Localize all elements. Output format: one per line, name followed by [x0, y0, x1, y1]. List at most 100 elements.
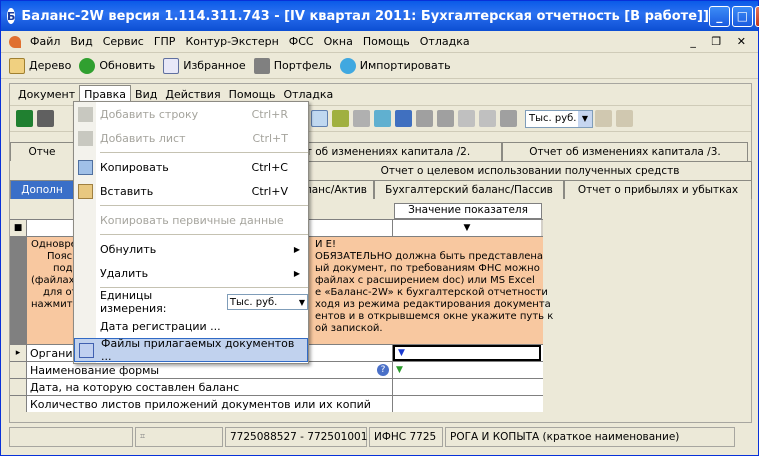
tree-button[interactable]: Дерево [9, 57, 72, 74]
row-pointer-icon: ▸ [10, 345, 27, 361]
help-icon[interactable]: ? [377, 364, 389, 376]
grid-tool-8-icon[interactable] [437, 110, 454, 127]
menu-units[interactable]: Единицы измерения: Тыс. руб. ▼ [74, 289, 308, 315]
units-select[interactable]: Тыс. руб. ▼ [226, 294, 308, 310]
tab-balance-assets[interactable]: ланс/Актив [298, 180, 374, 199]
menu-delete[interactable]: Удалить ▶ [74, 261, 308, 285]
portfolio-icon [253, 57, 270, 74]
print-icon[interactable] [37, 110, 54, 127]
menu-copy-primary[interactable]: Копировать первичные данные [74, 208, 308, 232]
value-column-header: Значение показателя [394, 203, 542, 219]
grid-tool-4-icon[interactable] [353, 110, 370, 127]
close-button[interactable]: ✕ [754, 5, 759, 27]
menu-service[interactable]: Сервис [98, 35, 149, 48]
menu-fss[interactable]: ФСС [284, 35, 319, 48]
doc-menu-document[interactable]: Документ [14, 86, 79, 103]
grid-tool-11-icon[interactable] [500, 110, 517, 127]
tool-b-icon[interactable] [616, 110, 633, 127]
dropdown-marker-icon: ▼ [396, 365, 403, 375]
unit-select-value: Тыс. руб. [529, 113, 577, 124]
tree-label: Дерево [29, 59, 72, 72]
minimize-button[interactable]: _ [708, 5, 730, 27]
portfolio-button[interactable]: Портфель [253, 57, 332, 74]
row-name: Количество листов приложений документов … [27, 396, 393, 412]
menu-debug[interactable]: Отладка [415, 35, 475, 48]
grid-tool-9-icon[interactable] [458, 110, 475, 127]
window-title: Баланс-2W версия 1.114.311.743 - [IV ква… [21, 8, 709, 24]
row-name: Дата, на которую составлен баланс [27, 379, 393, 395]
portfolio-label: Портфель [273, 59, 332, 72]
row-value-input[interactable]: ▼ [393, 345, 541, 361]
unit-select[interactable]: Тыс. руб. ▼ [525, 109, 593, 128]
tree-icon [9, 57, 25, 74]
grid-tool-10-icon[interactable] [479, 110, 496, 127]
app-logo-icon: Б [7, 8, 16, 24]
tab-profit-loss[interactable]: Отчет о прибылях и убытках [564, 180, 752, 199]
status-inn-kpp: 7725088527 - 772501001 [225, 427, 367, 447]
grid-tool-5-icon[interactable] [374, 110, 391, 127]
mdi-controls[interactable]: _ ❐ ✕ [690, 35, 752, 48]
submenu-arrow-icon: ▶ [293, 268, 300, 278]
main-toolbar: Дерево Обновить Избранное Портфель Импор… [1, 53, 758, 79]
row-name: Наименование формы ? [27, 362, 393, 378]
table-row[interactable]: Количество листов приложений документов … [10, 395, 543, 412]
favorites-label: Избранное [183, 59, 246, 72]
import-label: Импортировать [359, 59, 451, 72]
cursor-indicator-icon: ⌗ [140, 432, 146, 442]
chevron-down-icon: ▼ [298, 297, 305, 307]
favorites-button[interactable]: Избранное [163, 57, 246, 74]
menu-gpr[interactable]: ГПР [149, 35, 181, 48]
tab-report-1[interactable]: Отче [10, 142, 74, 161]
menu-kontur[interactable]: Контур-Экстерн [180, 35, 283, 48]
caret-down-icon: ▼ [393, 220, 541, 236]
tool-a-icon[interactable] [595, 110, 612, 127]
collapse-toggle[interactable]: ■ [10, 220, 27, 236]
add-sheet-icon [78, 130, 93, 146]
status-org: РОГА И КОПЫТА (краткое наименование) [445, 427, 735, 447]
grid-tool-6-icon[interactable] [395, 110, 412, 127]
refresh-icon [79, 57, 96, 74]
tab-target-use[interactable]: Отчет о целевом использовании полученных… [308, 161, 752, 180]
title-bar[interactable]: Б Баланс-2W версия 1.114.311.743 - [IV к… [1, 1, 759, 31]
row-value-input[interactable] [393, 396, 541, 412]
import-icon [339, 57, 356, 74]
menu-windows[interactable]: Окна [319, 35, 358, 48]
dropdown-marker-icon: ▼ [398, 348, 405, 358]
grid-tool-3-icon[interactable] [332, 110, 349, 127]
tab-balance-liabilities[interactable]: Бухгалтерский баланс/Пассив [374, 180, 564, 199]
favorites-icon [163, 57, 180, 74]
menu-paste[interactable]: Вставить Ctrl+V [74, 179, 308, 203]
import-button[interactable]: Импортировать [339, 57, 451, 74]
status-ifns: ИФНС 7725 [369, 427, 443, 447]
status-bar: ⌗ 7725088527 - 772501001 ИФНС 7725 РОГА … [9, 427, 752, 447]
refresh-button[interactable]: Обновить [79, 57, 156, 74]
paste-icon [78, 183, 93, 199]
menu-copy[interactable]: Копировать Ctrl+C [74, 155, 308, 179]
attach-files-icon [79, 342, 94, 358]
submenu-arrow-icon: ▶ [293, 244, 300, 254]
menu-file[interactable]: Файл [25, 35, 65, 48]
menu-help[interactable]: Помощь [358, 35, 415, 48]
chevron-down-icon: ▼ [578, 110, 592, 127]
menu-attached-files[interactable]: Файлы прилагаемых документов ... [74, 337, 308, 363]
edit-menu-dropdown: Добавить строку Ctrl+R Добавить лист Ctr… [73, 101, 309, 364]
doc-menu-icon[interactable] [9, 35, 21, 48]
menu-view[interactable]: Вид [65, 35, 97, 48]
row-value-input[interactable] [393, 379, 541, 395]
save-icon[interactable] [16, 110, 33, 127]
tab-additional[interactable]: Дополн [10, 180, 74, 199]
refresh-label: Обновить [99, 59, 156, 72]
menu-registration-date[interactable]: Дата регистрации ... [74, 314, 308, 338]
menu-reset[interactable]: Обнулить ▶ [74, 237, 308, 261]
row-value-input[interactable]: ▼ [393, 362, 541, 378]
maximize-button[interactable]: □ [731, 5, 753, 27]
table-row[interactable]: Дата, на которую составлен баланс [10, 378, 543, 395]
grid-tool-2-icon[interactable] [311, 110, 328, 127]
menu-add-sheet[interactable]: Добавить лист Ctrl+T [74, 126, 308, 150]
copy-icon [78, 159, 93, 175]
main-menubar: Файл Вид Сервис ГПР Контур-Экстерн ФСС О… [1, 31, 758, 53]
menu-add-row[interactable]: Добавить строку Ctrl+R [74, 102, 308, 126]
tab-capital-changes-3[interactable]: Отчет об изменениях капитала /3. [502, 142, 748, 161]
grid-tool-7-icon[interactable] [416, 110, 433, 127]
add-row-icon [78, 106, 93, 122]
